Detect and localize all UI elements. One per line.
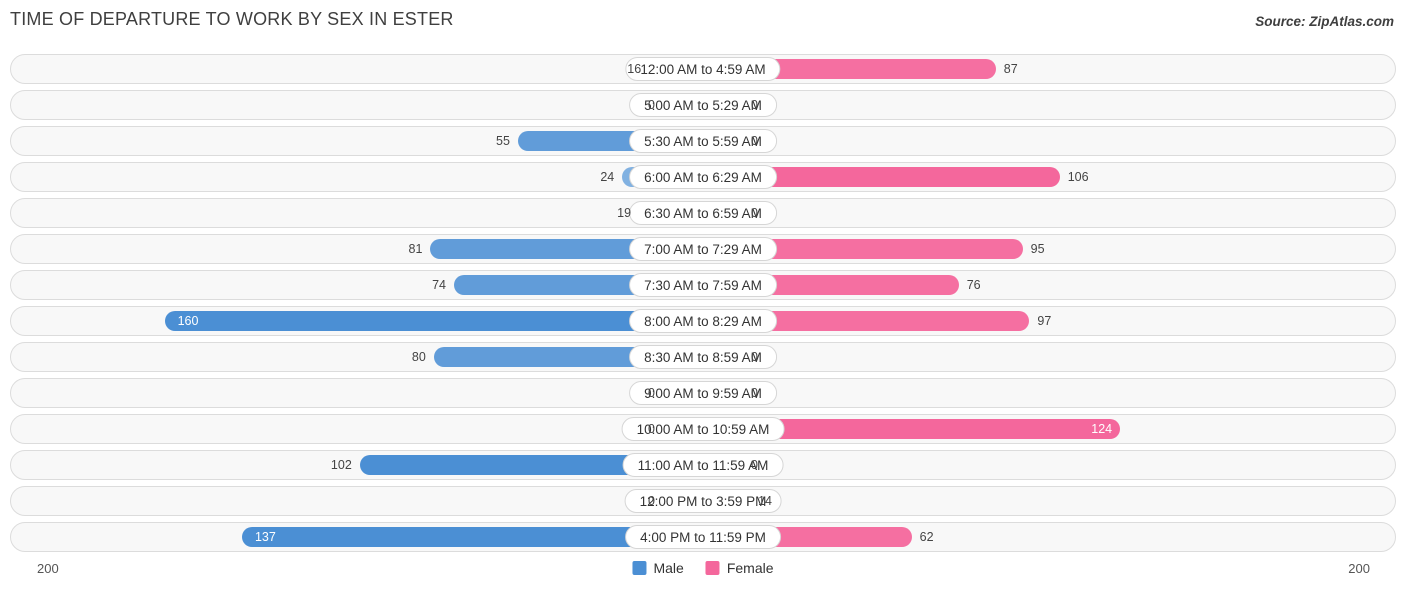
table-row: 160 97 8:00 AM to 8:29 AM — [10, 306, 1396, 336]
row-inner: 81 95 7:00 AM to 7:29 AM — [11, 235, 1395, 263]
category-label: 7:00 AM to 7:29 AM — [629, 237, 777, 261]
value-label-female: 124 — [1091, 422, 1113, 436]
value-label-male: 19 — [617, 206, 632, 220]
value-label-male: 137 — [254, 530, 276, 544]
value-label-female: 97 — [1037, 314, 1052, 328]
legend-item-female[interactable]: Female — [705, 560, 774, 576]
table-row: 74 76 7:30 AM to 7:59 AM — [10, 270, 1396, 300]
value-label-female: 0 — [751, 458, 758, 472]
row-inner: 102 0 11:00 AM to 11:59 AM — [11, 451, 1395, 479]
table-row: 0 124 10:00 AM to 10:59 AM — [10, 414, 1396, 444]
category-label: 7:30 AM to 7:59 AM — [629, 273, 777, 297]
row-inner: 80 0 8:30 AM to 8:59 AM — [11, 343, 1395, 371]
bar-male — [164, 311, 703, 331]
legend-item-male[interactable]: Male — [632, 560, 684, 576]
row-inner: 16 87 12:00 AM to 4:59 AM — [11, 55, 1395, 83]
row-inner: 0 124 10:00 AM to 10:59 AM — [11, 415, 1395, 443]
axis-label-left: 200 — [37, 561, 59, 576]
table-row: 0 14 12:00 PM to 3:59 PM — [10, 486, 1396, 516]
legend-label-male: Male — [653, 560, 684, 576]
row-inner: 74 76 7:30 AM to 7:59 AM — [11, 271, 1395, 299]
page-title: Time of Departure to Work by Sex in Este… — [10, 9, 454, 29]
value-label-female: 0 — [751, 386, 758, 400]
legend: Male Female — [632, 560, 774, 576]
row-inner: 55 0 5:30 AM to 5:59 AM — [11, 127, 1395, 155]
value-label-female: 0 — [751, 98, 758, 112]
value-label-female: 76 — [966, 278, 981, 292]
value-label-female: 62 — [919, 530, 934, 544]
row-inner: 0 0 9:00 AM to 9:59 AM — [11, 379, 1395, 407]
value-label-female: 87 — [1003, 62, 1018, 76]
value-label-female: 0 — [751, 350, 758, 364]
value-label-male: 81 — [408, 242, 423, 256]
axis-label-right: 200 — [1348, 561, 1370, 576]
value-label-male: 0 — [648, 98, 655, 112]
value-label-female: 106 — [1067, 170, 1089, 184]
table-row: 0 0 9:00 AM to 9:59 AM — [10, 378, 1396, 408]
legend-swatch-male — [632, 561, 647, 575]
bar-rows: 16 87 12:00 AM to 4:59 AM 0 0 5:00 AM to 5:29… — [10, 54, 1396, 558]
table-row: 55 0 5:30 AM to 5:59 AM — [10, 126, 1396, 156]
value-label-male: 160 — [177, 314, 199, 328]
table-row: 24 106 6:00 AM to 6:29 AM — [10, 162, 1396, 192]
category-label: 12:00 AM to 4:59 AM — [625, 57, 781, 81]
category-label: 8:00 AM to 8:29 AM — [629, 309, 777, 333]
value-label-male: 55 — [496, 134, 510, 148]
row-inner: 0 14 12:00 PM to 3:59 PM — [11, 487, 1395, 515]
legend-swatch-female — [705, 561, 720, 575]
row-inner: 19 0 6:30 AM to 6:59 AM — [11, 199, 1395, 227]
category-label: 4:00 PM to 11:59 PM — [625, 525, 781, 549]
table-row: 16 87 12:00 AM to 4:59 AM — [10, 54, 1396, 84]
row-inner: 137 62 4:00 PM to 11:59 PM — [11, 523, 1395, 551]
value-label-female: 14 — [758, 494, 773, 508]
value-label-female: 95 — [1030, 242, 1045, 256]
value-label-male: 24 — [600, 170, 615, 184]
value-label-male: 102 — [330, 458, 352, 472]
value-label-male: 0 — [648, 422, 655, 436]
table-row: 81 95 7:00 AM to 7:29 AM — [10, 234, 1396, 264]
table-row: 102 0 11:00 AM to 11:59 AM — [10, 450, 1396, 480]
table-row: 0 0 5:00 AM to 5:29 AM — [10, 90, 1396, 120]
value-label-male: 74 — [432, 278, 446, 292]
table-row: 19 0 6:30 AM to 6:59 AM — [10, 198, 1396, 228]
table-row: 137 62 4:00 PM to 11:59 PM — [10, 522, 1396, 552]
chart-container: Time of Departure to Work by Sex in Este… — [0, 0, 1406, 594]
row-inner: 24 106 6:00 AM to 6:29 AM — [11, 163, 1395, 191]
row-inner: 0 0 5:00 AM to 5:29 AM — [11, 91, 1395, 119]
category-label: 10:00 AM to 10:59 AM — [621, 417, 785, 441]
category-label: 11:00 AM to 11:59 AM — [622, 453, 784, 477]
category-label: 6:00 AM to 6:29 AM — [629, 165, 777, 189]
value-label-female: 0 — [751, 206, 758, 220]
value-label-male: 0 — [648, 494, 655, 508]
legend-label-female: Female — [726, 560, 774, 576]
row-inner: 160 97 8:00 AM to 8:29 AM — [11, 307, 1395, 335]
table-row: 80 0 8:30 AM to 8:59 AM — [10, 342, 1396, 372]
value-label-female: 0 — [751, 134, 758, 148]
value-label-male: 0 — [648, 386, 655, 400]
value-label-male: 80 — [411, 350, 426, 364]
source-label: Source: ZipAtlas.com — [1255, 14, 1394, 29]
value-label-male: 16 — [627, 62, 642, 76]
